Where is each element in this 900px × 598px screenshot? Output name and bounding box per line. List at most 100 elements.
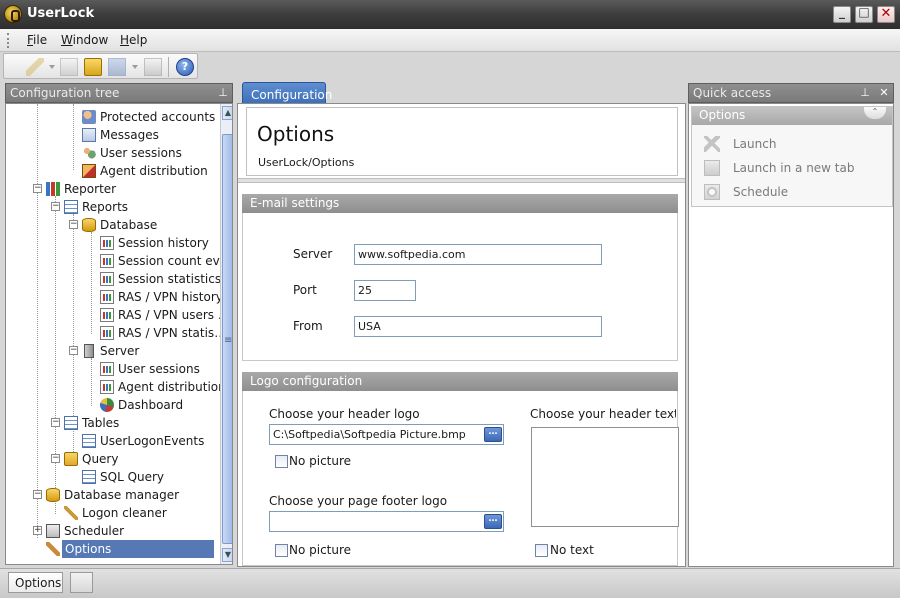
quick-access-launch[interactable]: Launch (692, 133, 892, 155)
tree-item-label: RAS / VPN users … (118, 308, 230, 322)
minimize-button[interactable]: _ (833, 5, 851, 23)
no-text-checkbox[interactable] (535, 544, 548, 557)
header-logo-field[interactable]: C:\Softpedia\Softpedia Picture.bmp (269, 424, 504, 445)
browse-footer-logo-button[interactable]: … (484, 514, 502, 529)
splitter[interactable] (238, 178, 685, 183)
menu-window[interactable]: Window (61, 33, 108, 47)
tree-item-label: Messages (100, 128, 159, 142)
tree-item-label: RAS / VPN history (118, 290, 223, 304)
menu-file[interactable]: File (27, 33, 47, 47)
status-tab-blank[interactable] (70, 572, 93, 593)
expand-scheduler-icon[interactable]: + (33, 526, 42, 535)
logo-configuration-header[interactable]: Logo configuration (242, 372, 678, 391)
header-text-label: Choose your header text / slog (530, 407, 676, 421)
tab-configuration[interactable]: Configuration (242, 82, 332, 104)
tree-connector (37, 104, 38, 538)
tree-item-label: Logon cleaner (82, 506, 167, 520)
close-button[interactable]: ✕ (877, 6, 895, 23)
collapse-database-manager-icon[interactable]: − (33, 490, 42, 499)
database-icon (82, 218, 96, 232)
browse-header-logo-button[interactable]: … (484, 427, 502, 442)
port-field[interactable]: 25 (354, 280, 416, 301)
tree-item-label: Options (62, 540, 214, 558)
tree-item-label: Tables (82, 416, 120, 430)
schedule-icon (704, 184, 720, 200)
collapse-reporter-icon[interactable]: − (33, 184, 42, 193)
print-icon[interactable] (144, 58, 162, 76)
scroll-down-icon[interactable]: ▼ (222, 548, 232, 562)
quick-access-item-label: Schedule (733, 185, 789, 199)
tree-item-label: Scheduler (64, 524, 125, 538)
tree-item-label: Reports (82, 200, 129, 214)
tree-item-label: Database (100, 218, 158, 232)
table-icon (82, 434, 96, 448)
no-text-label: No text (550, 543, 594, 557)
reports-icon (64, 200, 78, 214)
tree-item-label: Protected accounts (100, 110, 216, 124)
toolbar: ? (0, 52, 900, 80)
page-header: Options UserLock/Options (246, 107, 678, 176)
quick-access-launch-new-tab[interactable]: Launch in a new tab (692, 157, 892, 179)
email-settings-body: Server www.softpedia.com Port 25 From US… (242, 213, 678, 361)
save-icon[interactable] (108, 58, 126, 76)
scroll-up-icon[interactable]: ▲ (222, 106, 232, 120)
save-dropdown-icon[interactable] (132, 65, 138, 69)
close-panel-icon[interactable]: ✕ (877, 86, 891, 100)
header-no-picture-checkbox[interactable] (275, 455, 288, 468)
tree-item-label: SQL Query (100, 470, 165, 484)
tree-scrollbar[interactable]: ▲ ▼ (220, 104, 232, 564)
launch-toolbar-icon[interactable] (26, 58, 44, 76)
tree-connector (55, 196, 56, 514)
collapse-server-icon[interactable]: − (69, 346, 78, 355)
collapse-chevron-icon[interactable]: ⌃ (864, 107, 886, 119)
maximize-icon: □ (858, 5, 870, 19)
header-text-area[interactable] (531, 427, 679, 527)
server-field[interactable]: www.softpedia.com (354, 244, 602, 265)
users-icon (82, 146, 96, 160)
header-no-picture-label: No picture (289, 454, 352, 468)
tree-item-label: Session count ev… (118, 254, 232, 268)
from-field[interactable]: USA (354, 316, 602, 337)
tree-item-label: User sessions (100, 146, 182, 160)
messages-icon (82, 128, 96, 142)
collapse-query-icon[interactable]: − (51, 454, 60, 463)
server-label: Server (293, 247, 333, 261)
tree-connector (73, 104, 74, 170)
pin-icon[interactable]: ⊥ (216, 86, 230, 100)
menu-help[interactable]: Help (120, 33, 147, 47)
quick-access-header: Quick access ⊥ ✕ (688, 83, 894, 103)
title-bar: UserLock _ □ ✕ (0, 0, 900, 29)
status-tab-options[interactable]: Options (8, 572, 63, 593)
launch-dropdown-icon[interactable] (49, 65, 55, 69)
tree-item-label: Query (82, 452, 119, 466)
tree-item-label: Reporter (64, 182, 117, 196)
tree-item-label: Dashboard (118, 398, 184, 412)
maximize-button[interactable]: □ (855, 5, 873, 23)
tree-connector (91, 358, 92, 406)
logo-configuration-body: Choose your header logo C:\Softpedia\Sof… (242, 391, 679, 566)
footer-logo-field[interactable] (269, 511, 504, 532)
quick-access-section-header[interactable]: Options ⌃ (692, 107, 892, 125)
tree-item-label: Database manager (64, 488, 180, 502)
email-settings-header[interactable]: E-mail settings (242, 194, 678, 213)
tree-item-options[interactable]: Options (46, 540, 216, 558)
footer-no-picture-checkbox[interactable] (275, 544, 288, 557)
new-tab-icon (704, 160, 720, 176)
tree-item-label: UserLogonEvents (100, 434, 205, 448)
collapse-database-icon[interactable]: − (69, 220, 78, 229)
scroll-thumb[interactable] (222, 134, 232, 544)
help-icon[interactable]: ? (176, 58, 194, 76)
quick-access-item-label: Launch in a new tab (733, 161, 855, 175)
new-tab-toolbar-icon[interactable] (60, 58, 78, 76)
tree-item-label: Server (100, 344, 140, 358)
collapse-tables-icon[interactable]: − (51, 418, 60, 427)
collapse-reports-icon[interactable]: − (51, 202, 60, 211)
quick-access-title: Quick access (693, 86, 772, 100)
wrench-icon (46, 542, 60, 556)
minimize-icon: _ (839, 5, 845, 19)
open-folder-icon[interactable] (84, 58, 102, 76)
quick-access-schedule[interactable]: Schedule (692, 181, 892, 203)
quick-access-item-label: Launch (733, 137, 777, 151)
report-icon (100, 272, 114, 286)
pin-icon[interactable]: ⊥ (858, 86, 872, 100)
